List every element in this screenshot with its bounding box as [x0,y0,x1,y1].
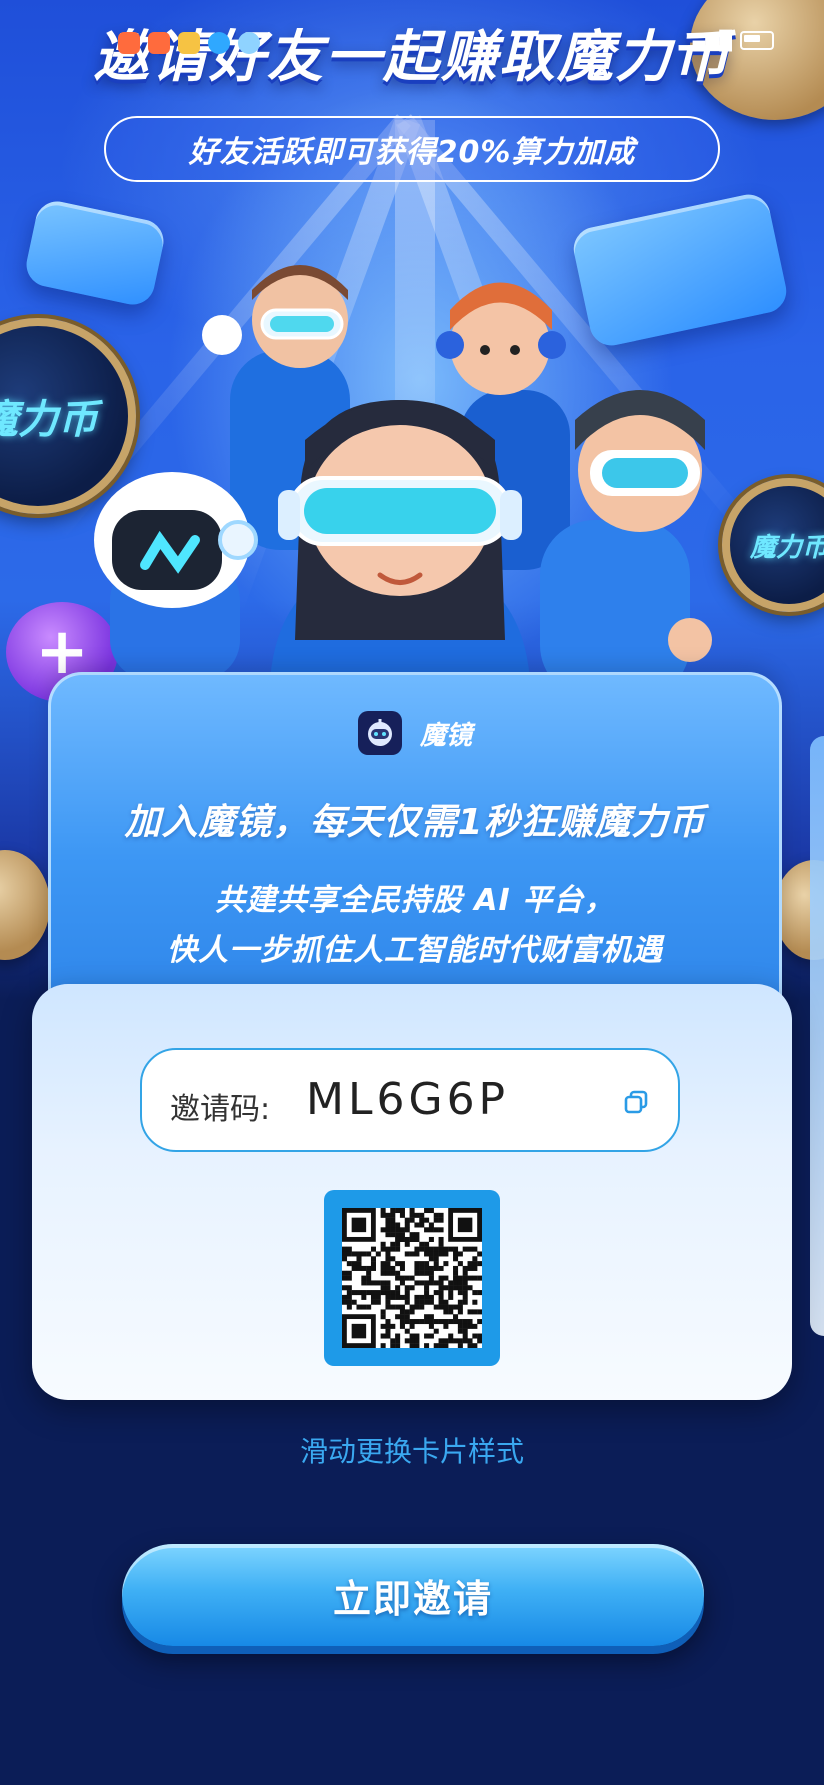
character-girl-center [270,400,530,680]
card-description-line-2: 快人一步抓住人工智能时代财富机遇 [167,933,663,968]
invite-page: ▂▄▆█ 魔力币 魔力币 + [0,0,824,1785]
invite-now-button[interactable]: 立即邀请 [122,1544,704,1646]
card-description-line-1: 共建共享全民持股 AI 平台， [214,883,616,918]
character-robot [94,472,258,680]
mail-icon [178,32,200,54]
characters-illustration [94,265,712,700]
battery-icon [740,31,774,50]
next-card-peek[interactable] [810,736,824,1336]
qr-code-image [342,1208,483,1349]
invite-panel: 邀请码: ML6G6P [32,984,792,1400]
status-bar: ▂▄▆█ [0,24,824,64]
brand: 魔镜 [51,711,779,755]
signal-icon: ▂▄▆█ [678,30,732,50]
qr-code [324,1190,500,1366]
invite-code-label: 邀请码: [170,1092,271,1127]
notification-app-icon [208,32,230,54]
notification-app-icon [238,32,260,54]
invite-code-value: ML6G6P [306,1074,510,1125]
invite-now-label: 立即邀请 [332,1576,493,1621]
notification-app-icon [118,32,140,54]
info-card: 魔镜 加入魔镜，每天仅需1秒狂赚魔力币 共建共享全民持股 AI 平台， 快人一步… [48,672,782,1008]
subtitle-text: 好友活跃即可获得20%算力加成 [188,135,636,170]
subtitle-badge: 好友活跃即可获得20%算力加成 [104,116,720,182]
brand-name: 魔镜 [419,720,472,751]
card-headline: 加入魔镜，每天仅需1秒狂赚魔力币 [124,802,706,843]
robot-logo-icon [357,711,402,755]
swipe-hint: 滑动更换卡片样式 [299,1435,524,1468]
invite-code-box: 邀请码: ML6G6P [140,1048,680,1152]
status-indicators: ▂▄▆█ [679,30,774,51]
notification-app-icon [148,32,170,54]
copy-icon[interactable] [622,1088,650,1116]
